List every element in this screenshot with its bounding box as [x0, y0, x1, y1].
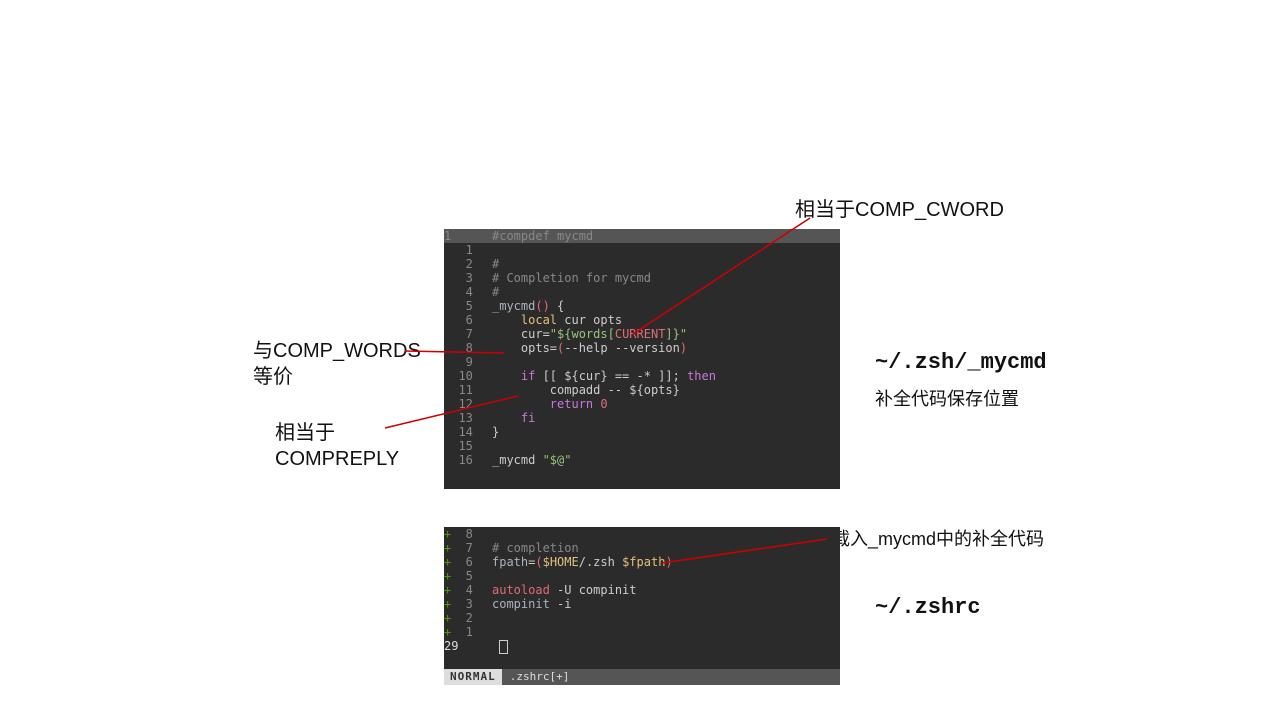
path-mycmd: ~/.zsh/_mycmd	[875, 350, 1047, 375]
t: cur=	[492, 327, 550, 341]
t: CURRENT	[615, 327, 666, 341]
t: cur opts	[557, 313, 622, 327]
t: opts=	[492, 341, 557, 355]
t: 0	[593, 397, 607, 411]
annot-compreply-l1: 相当于	[275, 422, 335, 444]
t: $fpath	[622, 555, 665, 569]
t: # completion	[492, 541, 579, 555]
t: }	[492, 425, 499, 439]
annot-compreply: 相当于 COMPREPLY	[275, 420, 399, 472]
t: compinit	[492, 597, 550, 611]
slide-root: 相当于COMP_CWORD 与COMP_WORDS 等价 相当于 COMPREP…	[0, 0, 1280, 720]
annot-comp-words: 与COMP_WORDS 等价	[253, 338, 421, 390]
code-line: 3 # Completion for mycmd	[444, 271, 840, 285]
t: return	[550, 397, 593, 411]
code-line: + 8	[444, 527, 840, 541]
t: #	[492, 285, 499, 299]
annot-comp-words-l2: 等价	[253, 366, 293, 388]
t: if	[521, 369, 535, 383]
t: (	[535, 555, 542, 569]
code-line: 11 compadd -- ${opts}	[444, 383, 840, 397]
code-line: 14 }	[444, 425, 840, 439]
t: ()	[535, 299, 549, 313]
t: "${	[550, 327, 572, 341]
t: # Completion for mycmd	[492, 271, 651, 285]
t: $HOME	[543, 555, 579, 569]
editor-mycmd: 1 #compdef mycmd 1 2 # 3 # Completion fo…	[444, 229, 840, 489]
cursor-icon	[499, 640, 508, 654]
code-line: + 4 autoload -U compinit	[444, 583, 840, 597]
code-line: 10 if [[ ${cur} == -* ]]; then	[444, 369, 840, 383]
cursor-lineno: 29	[444, 639, 492, 653]
code-line: 8 opts=(--help --version)	[444, 341, 840, 355]
code-line: 5 _mycmd() {	[444, 299, 840, 313]
t: --help --version	[564, 341, 680, 355]
t: local	[521, 313, 557, 327]
t: /.zsh	[579, 555, 622, 569]
t: _mycmd	[492, 453, 543, 467]
t: autoload	[492, 583, 550, 597]
code-line: + 5	[444, 569, 840, 583]
t: compdef mycmd	[499, 229, 593, 243]
path-zshrc: ~/.zshrc	[875, 595, 981, 620]
path-mycmd-note: 补全代码保存位置	[875, 385, 1019, 411]
vim-statusbar: NORMAL .zshrc[+]	[444, 669, 840, 685]
code-line: + 3 compinit -i	[444, 597, 840, 611]
code-line: 6 local cur opts	[444, 313, 840, 327]
code-line: 12 return 0	[444, 397, 840, 411]
t: [	[608, 327, 615, 341]
t: _mycmd	[492, 299, 535, 313]
t: -i	[550, 597, 572, 611]
code-line: 29	[444, 639, 840, 654]
code-line: + 7 # completion	[444, 541, 840, 555]
t: )	[680, 341, 687, 355]
t: {	[550, 299, 564, 313]
code-line: 1 #compdef mycmd	[444, 229, 840, 243]
code-line: 7 cur="${words[CURRENT]}"	[444, 327, 840, 341]
vim-mode: NORMAL	[444, 669, 502, 685]
annot-comp-words-l1: 与COMP_WORDS	[253, 340, 421, 362]
annot-compreply-l2: COMPREPLY	[275, 448, 399, 470]
code-line: 16 _mycmd "$@"	[444, 453, 840, 467]
code-line: 9	[444, 355, 840, 369]
t: [[ ${cur} == -* ]];	[535, 369, 687, 383]
t: then	[687, 369, 716, 383]
t: words	[571, 327, 607, 341]
code-line: 4 #	[444, 285, 840, 299]
t: fpath	[492, 555, 528, 569]
code-line: + 1	[444, 625, 840, 639]
code-line: 15	[444, 439, 840, 453]
editor-zshrc: + 8 + 7 # completion + 6 fpath=($HOME/.z…	[444, 527, 840, 685]
annot-load-note: 载入_mycmd中的补全代码	[832, 528, 1044, 551]
t: ]}"	[665, 327, 687, 341]
code-line: + 2	[444, 611, 840, 625]
t: -U compinit	[550, 583, 637, 597]
code-line: + 6 fpath=($HOME/.zsh $fpath)	[444, 555, 840, 569]
vim-filename: .zshrc[+]	[502, 670, 578, 684]
code-line: 2 #	[444, 257, 840, 271]
annot-comp-cword: 相当于COMP_CWORD	[795, 197, 1004, 223]
code-line: 1	[444, 243, 840, 257]
t: fi	[521, 411, 535, 425]
code-line: 13 fi	[444, 411, 840, 425]
t: )	[665, 555, 672, 569]
t: #	[492, 257, 499, 271]
t: compadd -- ${opts}	[492, 383, 680, 397]
t: "$@"	[543, 453, 572, 467]
